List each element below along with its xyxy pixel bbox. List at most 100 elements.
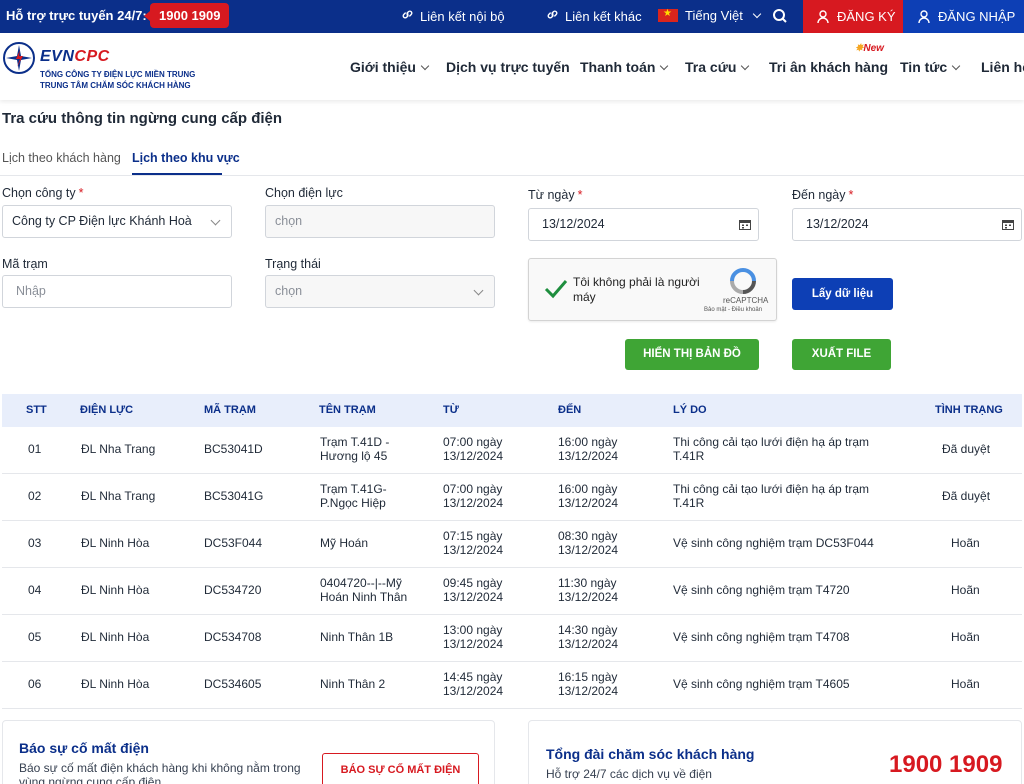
nav-item-tra-cuu[interactable]: Tra cứu [685,59,750,75]
cell-status: Hoãn [951,630,980,644]
nav-label: Dịch vụ trực tuyến [446,59,570,75]
status-select[interactable]: chọn [265,275,495,308]
other-link[interactable]: Liên kết khác [545,8,642,24]
recaptcha-brand: reCAPTCHA [723,296,769,305]
cell-reason: Vệ sinh công nghiệm trạm DC53F044 [673,536,874,550]
brand-subtitle-1: TỔNG CÔNG TY ĐIỆN LỰC MIỀN TRUNG [40,70,196,79]
nav-label: Liên hệ [981,59,1024,75]
tab-divider [0,175,1024,176]
report-outage-button[interactable]: BÁO SỰ CỐ MẤT ĐIỆN [322,753,479,784]
calendar-icon[interactable] [739,219,751,230]
from-date-input[interactable]: 13/12/2024 [528,208,759,241]
cell-name-line1: Trạm T.41D - [320,435,390,449]
cell-name-line1: Trạm T.41G- [320,482,387,496]
nav-item-tri-an[interactable]: Tri ân khách hàng [769,59,888,75]
cell-to-line2: 13/12/2024 [558,448,619,463]
from-date-label-text: Từ ngày [528,188,575,202]
cell-stt: 05 [28,630,42,644]
cell-name-line2: Hương lộ 45 [320,448,388,463]
cell-from-line2: 13/12/2024 [443,542,504,557]
cell-status: Đã duyệt [942,442,991,456]
cell-to-line2: 13/12/2024 [558,683,619,698]
internal-link[interactable]: Liên kết nội bộ [400,8,505,24]
cell-to: 16:00 ngày 13/12/2024 [558,482,618,510]
required-mark: * [577,188,583,202]
nav-item-lien-he[interactable]: Liên hệ [981,59,1024,75]
cell-to-line2: 13/12/2024 [558,542,619,557]
company-select[interactable]: Công ty CP Điện lực Khánh Hoà [2,205,232,238]
nav-item-gioi-thieu[interactable]: Giới thiệu [350,59,430,75]
calendar-icon[interactable] [1002,219,1014,230]
table-row: 05 ĐL Ninh Hòa DC534708 Ninh Thân 1B 13:… [2,615,1022,662]
column-header-status: TÌNH TRẠNG [935,404,1003,416]
register-button[interactable]: ĐĂNG KÝ [803,0,903,33]
nav-item-thanh-toan[interactable]: Thanh toán [580,59,669,75]
cell-code: BC53041D [204,442,263,456]
report-outage-title: Báo sự cố mất điện [19,740,149,756]
language-selector[interactable]: Tiếng Việt [658,8,762,23]
cell-code: DC53F044 [204,536,263,550]
nav-label: Giới thiệu [350,59,416,75]
hotline-badge[interactable]: 1900 1909 [143,3,230,28]
cell-reason: Vệ sinh công nghiệm trạm T4720 [673,583,850,597]
nav-item-tin-tuc[interactable]: Tin tức [900,59,961,75]
cell-to: 14:30 ngày 13/12/2024 [558,623,619,651]
customer-care-hotline[interactable]: 1900 1909 [889,751,1002,779]
search-button[interactable] [770,6,790,26]
to-date-label-text: Đến ngày [792,188,846,202]
cell-name: 0404720--|--Mỹ Hoán Ninh Thân [320,576,408,604]
cell-reason-line1: Thi công cải tạo lưới điện hạ áp trạm [673,482,870,496]
user-icon [918,10,930,24]
cell-status: Hoãn [951,536,980,550]
tab-by-customer[interactable]: Lịch theo khách hàng [2,151,121,165]
cell-to-line1: 11:30 ngày [558,576,617,590]
cell-code: DC534708 [204,630,262,644]
cell-from: 07:00 ngày 13/12/2024 [443,482,504,510]
power-unit-select[interactable]: chọn [265,205,495,238]
cell-from: 13:00 ngày 13/12/2024 [443,623,503,651]
brand-name[interactable]: EVNCPC [40,48,110,66]
customer-care-card: Tổng đài chăm sóc khách hàng Hỗ trợ 24/7… [528,720,1022,784]
station-code-input[interactable]: Nhập [2,275,232,308]
checkmark-icon[interactable] [543,276,569,302]
recaptcha-terms[interactable]: Bảo mật - Điều khoản [704,307,762,313]
cell-code: DC534605 [204,677,262,691]
cell-name-line2: Hoán Ninh Thân [320,589,408,604]
show-map-button[interactable]: HIỂN THỊ BẢN ĐỒ [625,339,759,370]
cell-name: Trạm T.41D - Hương lộ 45 [320,435,390,463]
new-badge: ✸New [855,43,884,54]
tab-by-area[interactable]: Lịch theo khu vực [132,151,240,165]
customer-care-title: Tổng đài chăm sóc khách hàng [546,746,755,762]
cell-from-line1: 09:45 ngày [443,576,503,590]
internal-link-label: Liên kết nội bộ [420,9,505,24]
cell-unit: ĐL Ninh Hòa [81,536,150,550]
cell-to-line1: 14:30 ngày [558,623,618,637]
cell-from-line2: 13/12/2024 [443,683,504,698]
user-icon [817,10,829,24]
cell-stt: 06 [28,677,42,691]
cell-to-line2: 13/12/2024 [558,636,619,651]
report-outage-desc-line1: Báo sự cố mất điện khách hàng khi không … [19,761,301,775]
power-unit-label: Chọn điện lực [265,186,343,200]
page-title: Tra cứu thông tin ngừng cung cấp điện [2,110,283,127]
evn-logo-icon[interactable] [2,41,36,75]
required-mark: * [78,186,84,200]
required-mark: * [848,188,854,202]
chevron-down-icon [210,215,221,226]
table-header [2,394,1022,427]
nav-item-dich-vu[interactable]: Dịch vụ trực tuyến [446,59,570,75]
cell-to: 16:15 ngày 13/12/2024 [558,670,619,698]
table-row: 01 ĐL Nha Trang BC53041D Trạm T.41D - Hươ… [2,427,1022,474]
export-file-button[interactable]: XUẤT FILE [792,339,891,370]
login-button[interactable]: ĐĂNG NHẬP [903,0,1024,33]
chevron-down-icon [420,61,430,71]
fetch-data-button[interactable]: Lấy dữ liệu [792,278,893,310]
column-header-code: MÃ TRẠM [204,404,256,416]
to-date-input[interactable]: 13/12/2024 [792,208,1022,241]
other-link-label: Liên kết khác [565,9,642,24]
cell-from-line2: 13/12/2024 [443,495,504,510]
cell-to-line1: 16:00 ngày [558,482,618,496]
station-code-placeholder: Nhập [16,284,46,298]
chevron-down-icon [753,9,762,19]
cell-unit: ĐL Nha Trang [81,489,156,503]
